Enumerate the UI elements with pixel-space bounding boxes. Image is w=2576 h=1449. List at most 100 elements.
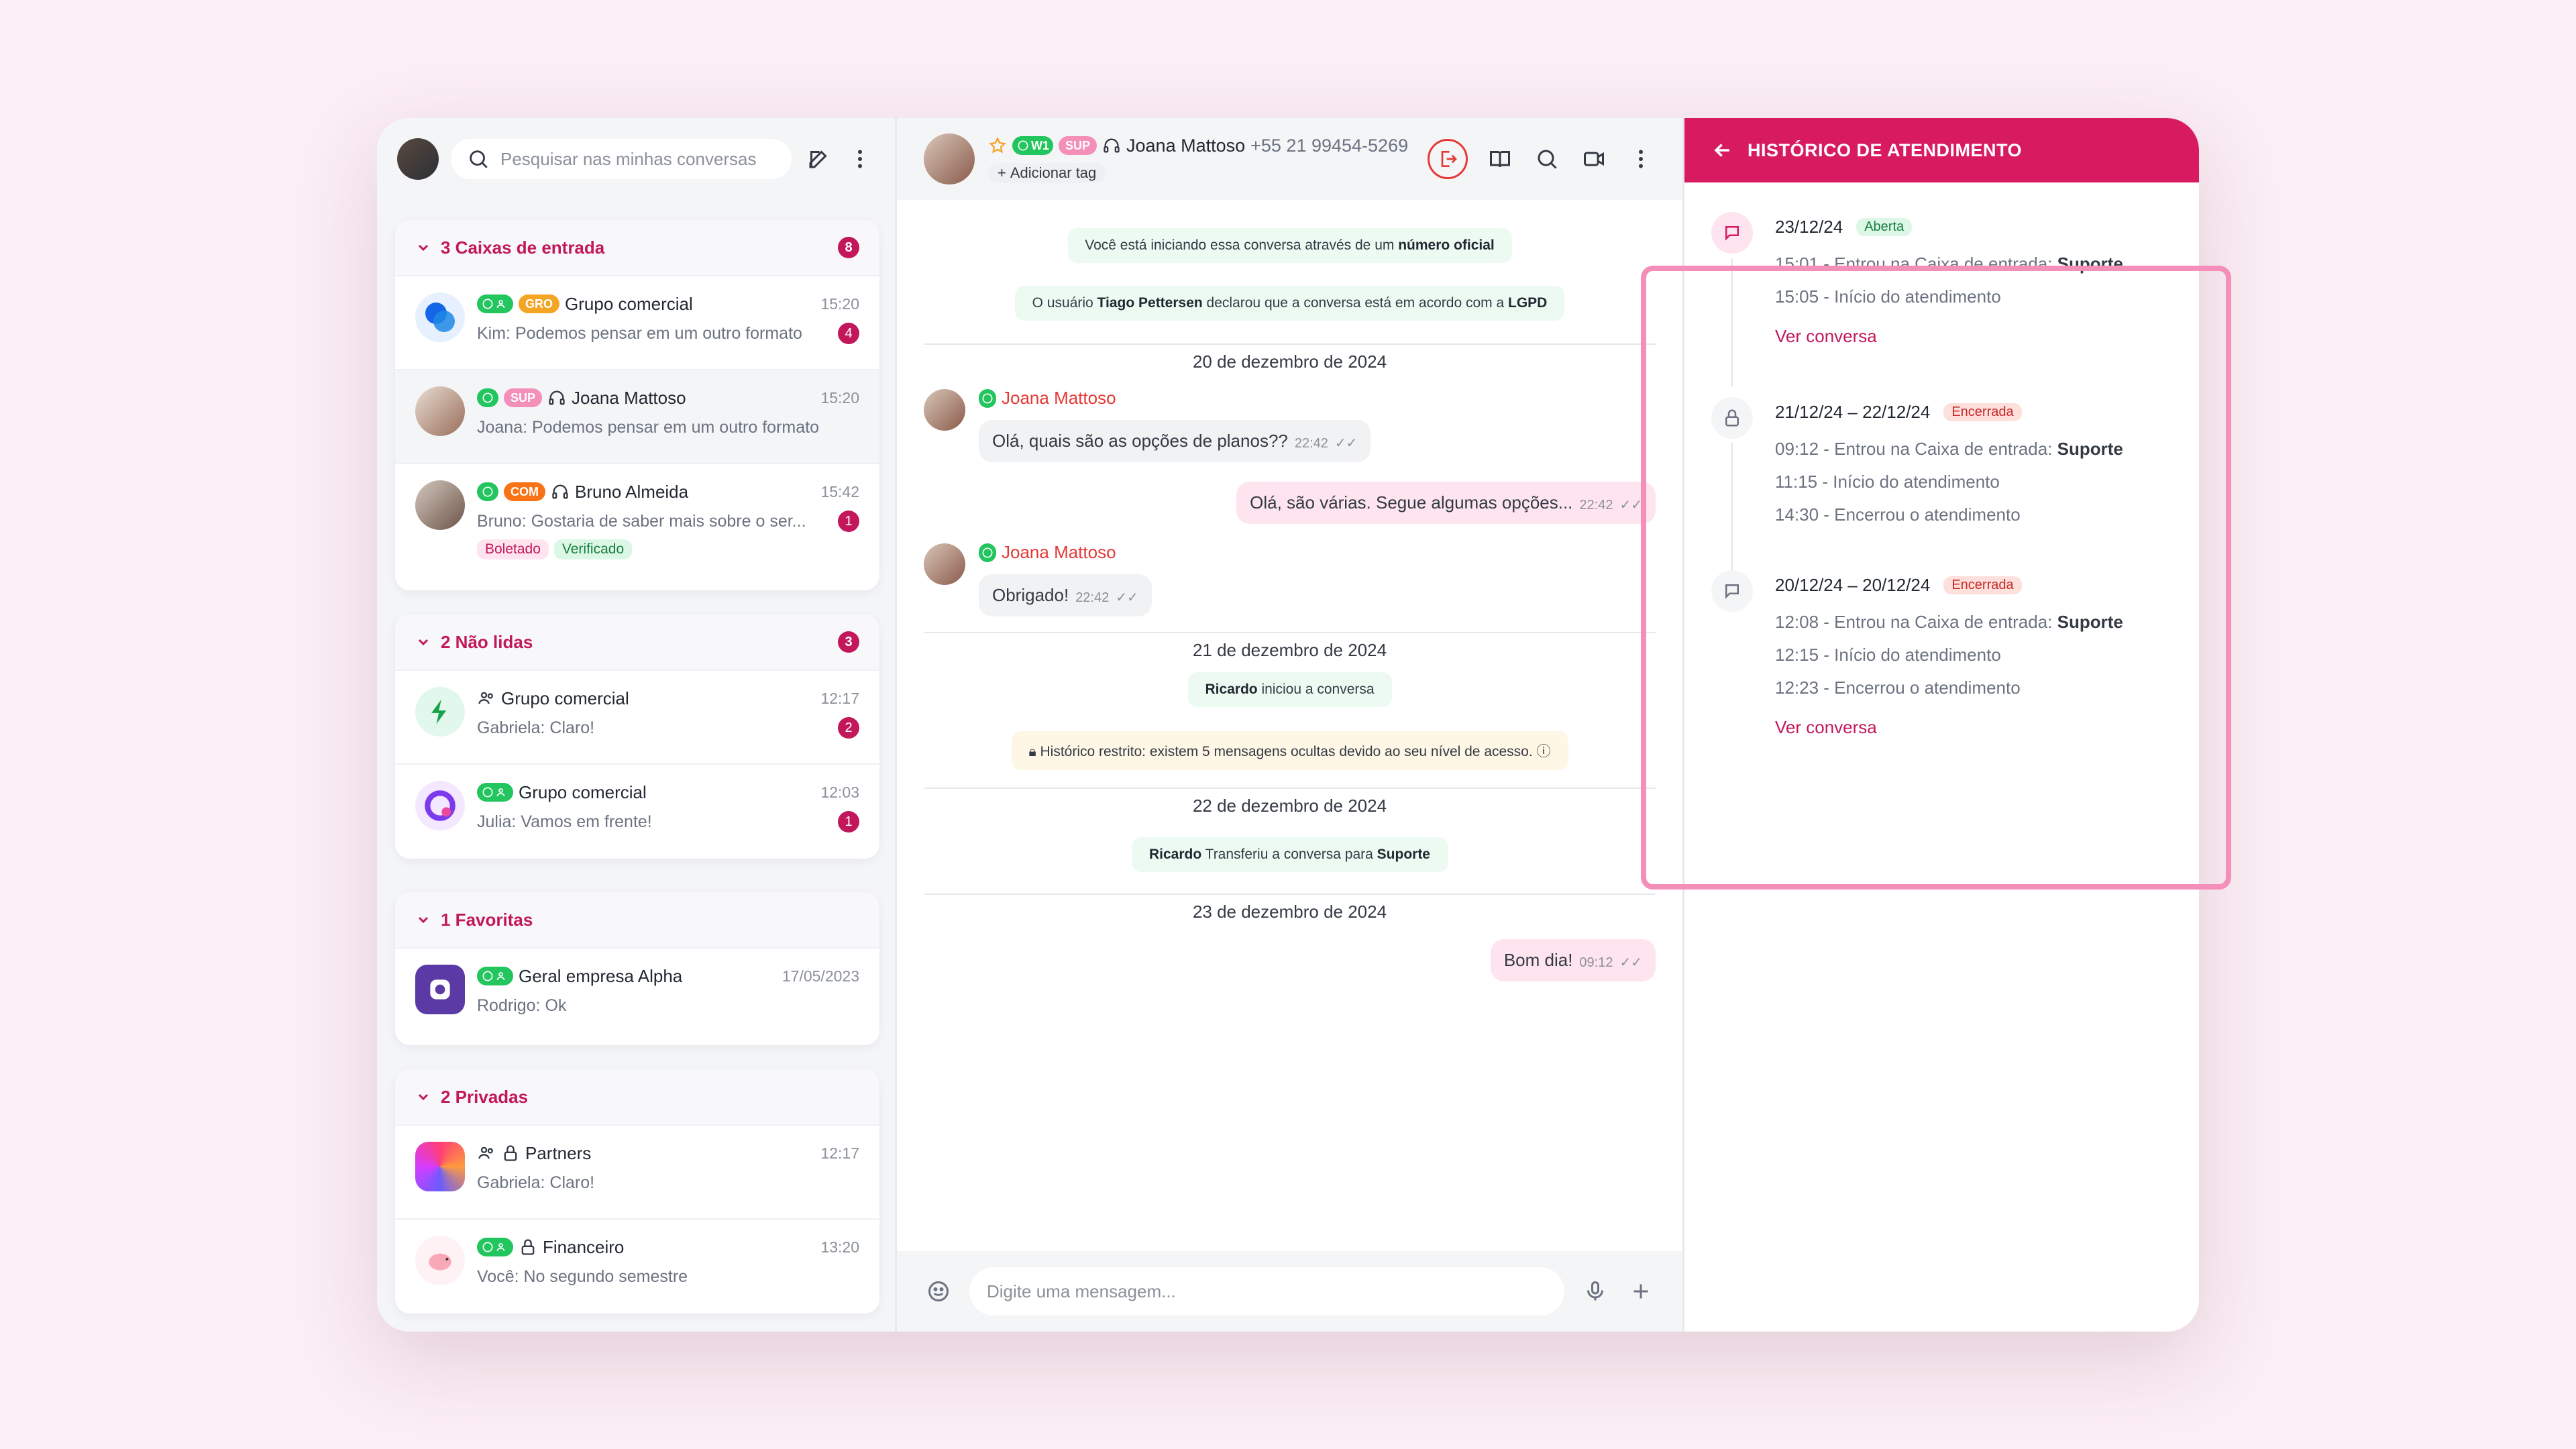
list-item[interactable]: Financeiro 13:20 Você: No segundo semest… bbox=[395, 1218, 879, 1312]
conversation-preview: Você: No segundo semestre bbox=[477, 1267, 688, 1286]
plus-icon[interactable] bbox=[1626, 1277, 1656, 1306]
history-title: HISTÓRICO DE ATENDIMENTO bbox=[1748, 140, 2023, 160]
exit-icon[interactable] bbox=[1428, 139, 1468, 179]
video-icon[interactable] bbox=[1579, 144, 1609, 174]
group-avatar bbox=[415, 292, 465, 342]
add-tag-button[interactable]: + Adicionar tag bbox=[988, 162, 1106, 183]
conversation-preview: Gabriela: Claro! bbox=[477, 1173, 595, 1192]
unread-badge: 1 bbox=[838, 511, 859, 532]
whatsapp-icon bbox=[979, 543, 996, 562]
chevron-down-icon bbox=[418, 1093, 429, 1101]
message-bubble: Olá, quais são as opções de planos?? 22:4… bbox=[979, 420, 1371, 462]
contact-phone: +55 21 99454-5269 bbox=[1250, 135, 1409, 156]
unread-badge: 1 bbox=[838, 811, 859, 833]
star-icon[interactable] bbox=[988, 136, 1007, 155]
user-avatar[interactable] bbox=[397, 138, 439, 180]
emoji-icon[interactable] bbox=[924, 1277, 953, 1306]
search-input[interactable]: Pesquisar nas minhas conversas bbox=[451, 139, 792, 179]
history-header: HISTÓRICO DE ATENDIMENTO bbox=[1684, 118, 2199, 182]
headset-icon bbox=[549, 390, 565, 405]
compose-icon[interactable] bbox=[804, 144, 833, 174]
date-separator: 23 de dezembro de 2024 bbox=[924, 894, 1656, 922]
sidebar-toolbar: Pesquisar nas minhas conversas bbox=[377, 118, 895, 200]
whatsapp-icon bbox=[477, 482, 498, 501]
group-avatar bbox=[415, 1142, 465, 1191]
queue-tag: COM bbox=[504, 482, 545, 501]
section-header[interactable]: 3 Caixas de entrada 8 bbox=[395, 220, 879, 275]
conversation-preview: Bruno: Gostaria de saber mais sobre o se… bbox=[477, 511, 806, 531]
section-header[interactable]: 2 Não lidas 3 bbox=[395, 614, 879, 669]
unread-badge: 2 bbox=[838, 717, 859, 739]
group-icon bbox=[478, 692, 493, 704]
whatsapp-icon bbox=[477, 388, 498, 407]
read-check-icon: ✓✓ bbox=[1116, 590, 1138, 605]
list-item[interactable]: Grupo comercial 12:17 Gabriela: Claro! 2 bbox=[395, 669, 879, 763]
conversation-preview: Gabriela: Claro! bbox=[477, 718, 595, 737]
restricted-history-notice: 🔒︎ Histórico restrito: existem 5 mensage… bbox=[1011, 731, 1568, 770]
group-icon bbox=[478, 1146, 493, 1159]
list-item[interactable]: Grupo comercial 12:03 Julia: Vamos em fr… bbox=[395, 763, 879, 857]
section-title: 1 Favoritas bbox=[441, 909, 533, 930]
list-item[interactable]: SUP Joana Mattoso 15:20 Joana: Podemos p… bbox=[395, 369, 879, 463]
conversation-time: 12:17 bbox=[820, 1144, 859, 1162]
conversation-name: Partners bbox=[525, 1142, 592, 1163]
read-check-icon: ✓✓ bbox=[1619, 498, 1642, 513]
conversation-name: Financeiro bbox=[543, 1236, 625, 1257]
section-count: 8 bbox=[838, 237, 859, 258]
section-header[interactable]: 1 Favoritas bbox=[395, 892, 879, 947]
conversation-name: Grupo comercial bbox=[519, 782, 647, 802]
whatsapp-group-icon bbox=[477, 1238, 513, 1256]
read-check-icon: ✓✓ bbox=[1619, 955, 1642, 970]
add-tag-label: Adicionar tag bbox=[1010, 164, 1097, 181]
contact-avatar[interactable] bbox=[924, 133, 975, 184]
section-title: 2 Privadas bbox=[441, 1086, 529, 1107]
section-private: 2 Privadas Partners 12:17 Gabriela: Clar… bbox=[395, 1069, 879, 1313]
list-item[interactable]: Partners 12:17 Gabriela: Claro! bbox=[395, 1124, 879, 1218]
arrow-left-icon[interactable] bbox=[1711, 139, 1734, 162]
list-item[interactable]: COM Bruno Almeida 15:42 Bruno: Gostaria … bbox=[395, 463, 879, 585]
queue-tag: SUP bbox=[504, 388, 543, 407]
conversation-name: Geral empresa Alpha bbox=[519, 965, 683, 986]
message-bubble-outgoing: Bom dia! 09:12 ✓✓ bbox=[1490, 939, 1656, 981]
message-list[interactable]: Você está iniciando essa conversa atravé… bbox=[897, 200, 1682, 1251]
section-header[interactable]: 2 Privadas bbox=[395, 1069, 879, 1124]
whatsapp-group-icon bbox=[477, 967, 513, 985]
chevron-down-icon bbox=[418, 639, 429, 646]
sender-name: Joana Mattoso bbox=[979, 542, 1116, 563]
conversation-preview: Joana: Podemos pensar em um outro format… bbox=[477, 417, 819, 437]
book-icon[interactable] bbox=[1485, 144, 1515, 174]
headset-icon bbox=[552, 484, 568, 499]
microphone-icon[interactable] bbox=[1580, 1277, 1610, 1306]
chat-bubble-icon bbox=[1711, 212, 1753, 254]
conversation-preview: Julia: Vamos em frente! bbox=[477, 812, 652, 831]
search-icon[interactable] bbox=[1532, 144, 1562, 174]
lock-icon bbox=[504, 1145, 517, 1161]
conversation-name: Joana Mattoso bbox=[572, 387, 686, 408]
chat-header: W1 SUP Joana Mattoso +55 21 99454-5269 +… bbox=[897, 118, 1682, 200]
contact-avatar bbox=[415, 386, 465, 436]
whatsapp-group-icon bbox=[477, 294, 513, 313]
date-separator: 22 de dezembro de 2024 bbox=[924, 788, 1656, 816]
chat-panel: W1 SUP Joana Mattoso +55 21 99454-5269 +… bbox=[897, 118, 1684, 1332]
list-item[interactable]: Geral empresa Alpha 17/05/2023 Rodrigo: … bbox=[395, 947, 879, 1041]
conversation-time: 15:20 bbox=[820, 388, 859, 407]
conversation-time: 12:03 bbox=[820, 783, 859, 801]
sender-name: Joana Mattoso bbox=[979, 388, 1116, 409]
more-vertical-icon[interactable] bbox=[1626, 144, 1656, 174]
conversation-name: Grupo comercial bbox=[565, 293, 693, 314]
group-avatar bbox=[415, 1236, 465, 1285]
message-input[interactable]: Digite uma mensagem... bbox=[969, 1267, 1564, 1316]
search-icon bbox=[470, 150, 488, 168]
chevron-down-icon bbox=[418, 244, 429, 252]
search-placeholder: Pesquisar nas minhas conversas bbox=[500, 148, 757, 169]
conversation-sidebar: Pesquisar nas minhas conversas 3 Caixas … bbox=[377, 118, 897, 1332]
section-unread: 2 Não lidas 3 Grupo comercial 12:17 Gabr… bbox=[395, 614, 879, 859]
contact-name: Joana Mattoso bbox=[1126, 135, 1246, 156]
more-vertical-icon[interactable] bbox=[845, 144, 875, 174]
sender-avatar bbox=[924, 543, 965, 585]
system-message: Você está iniciando essa conversa atravé… bbox=[1067, 228, 1512, 263]
highlight-frame bbox=[1641, 266, 2231, 890]
list-item[interactable]: GRO Grupo comercial 15:20 Kim: Podemos p… bbox=[395, 275, 879, 369]
read-check-icon: ✓✓ bbox=[1334, 436, 1358, 451]
label-chip: Boletado bbox=[477, 539, 549, 559]
